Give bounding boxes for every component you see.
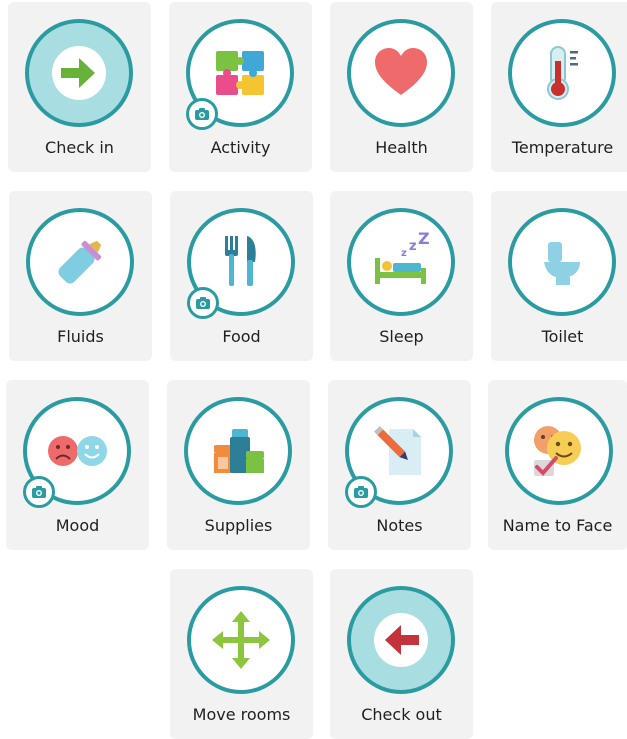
tile-sleep[interactable]: z z Z Sleep — [330, 191, 473, 361]
tile-health[interactable]: Health — [330, 2, 473, 172]
camera-badge[interactable] — [186, 98, 218, 130]
arrow-left-icon — [374, 613, 428, 667]
face-check-icon — [534, 426, 581, 476]
toilet-circle — [508, 208, 616, 316]
tile-label: Name to Face — [502, 516, 613, 535]
svg-text:z: z — [401, 248, 407, 259]
tile-label: Fluids — [57, 327, 104, 346]
tile-label: Supplies — [204, 516, 273, 535]
tile-notes[interactable]: Notes — [328, 380, 471, 550]
tile-name-to-face[interactable]: Name to Face — [488, 380, 627, 550]
bed-sleep-icon: z z Z — [375, 232, 430, 284]
fluids-circle — [26, 208, 134, 316]
jars-icon — [214, 429, 264, 473]
fork-knife-icon — [225, 236, 256, 286]
thermometer-icon — [547, 46, 578, 100]
tile-label: Toilet — [541, 327, 584, 346]
toilet-icon — [544, 242, 580, 285]
tile-move-rooms[interactable]: Move rooms — [170, 569, 313, 739]
supplies-circle — [184, 397, 292, 505]
temperature-circle — [508, 19, 616, 127]
check-out-circle — [347, 586, 455, 694]
tile-temperature[interactable]: Temperature — [491, 2, 627, 172]
tile-label: Check out — [361, 705, 442, 724]
tile-label: Check in — [45, 138, 114, 157]
baby-bottle-icon — [58, 240, 102, 284]
note-pencil-icon — [374, 426, 421, 475]
camera-icon — [354, 486, 368, 498]
move-arrows-icon — [212, 611, 270, 669]
svg-text:Z: Z — [418, 232, 430, 248]
tile-check-in[interactable]: Check in — [8, 2, 151, 172]
check-in-circle — [25, 19, 133, 127]
tile-label: Temperature — [511, 138, 614, 157]
arrow-right-icon — [52, 46, 106, 100]
camera-badge[interactable] — [23, 476, 55, 508]
tile-activity[interactable]: Activity — [169, 2, 312, 172]
camera-badge[interactable] — [345, 476, 377, 508]
tile-label: Notes — [376, 516, 423, 535]
tile-label: Health — [375, 138, 428, 157]
tile-fluids[interactable]: Fluids — [9, 191, 152, 361]
tile-food[interactable]: Food — [170, 191, 313, 361]
tile-label: Mood — [55, 516, 100, 535]
tile-mood[interactable]: Mood — [6, 380, 149, 550]
camera-badge[interactable] — [187, 287, 219, 319]
camera-icon — [196, 297, 210, 309]
faces-icon — [48, 436, 107, 466]
tile-label: Sleep — [379, 327, 424, 346]
camera-icon — [32, 486, 46, 498]
tile-label: Activity — [210, 138, 271, 157]
sleep-circle: z z Z — [347, 208, 455, 316]
camera-icon — [195, 108, 209, 120]
puzzle-icon — [216, 51, 264, 95]
name-to-face-circle — [505, 397, 613, 505]
tile-supplies[interactable]: Supplies — [167, 380, 310, 550]
tile-toilet[interactable]: Toilet — [491, 191, 627, 361]
tile-label: Move rooms — [192, 705, 291, 724]
tile-check-out[interactable]: Check out — [330, 569, 473, 739]
tile-label: Food — [222, 327, 261, 346]
svg-text:z: z — [409, 239, 417, 254]
move-rooms-circle — [187, 586, 295, 694]
heart-icon — [375, 48, 427, 95]
health-circle — [347, 19, 455, 127]
